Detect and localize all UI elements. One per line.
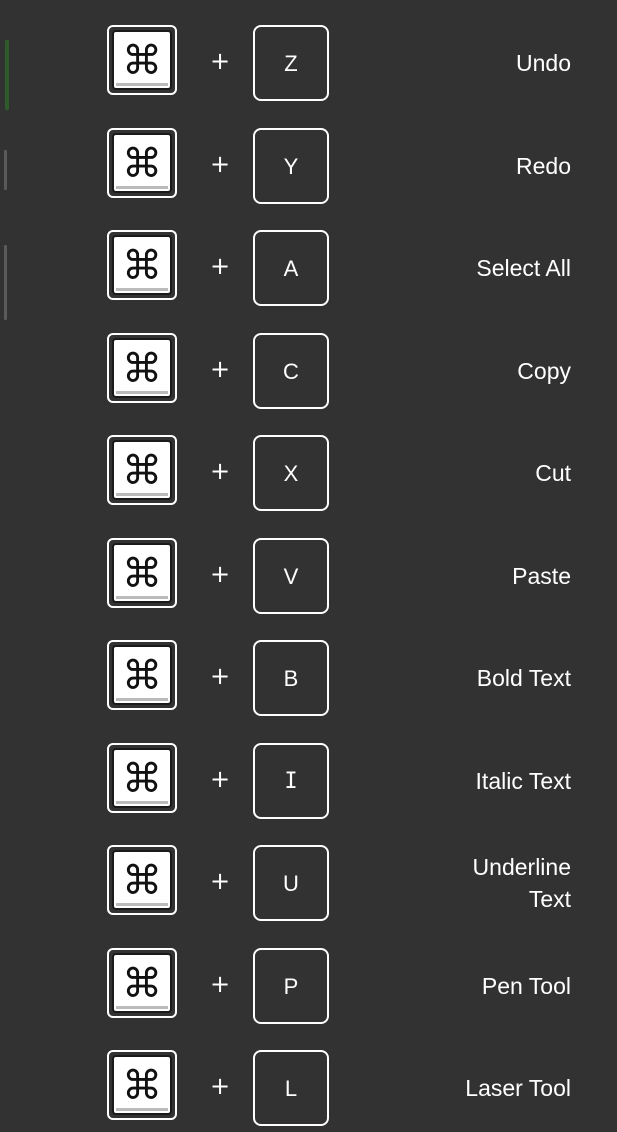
shortcut-row: ⌘ + B Bold Text [0, 640, 617, 743]
letter-key: X [253, 435, 329, 511]
key-label: L [284, 1076, 298, 1101]
command-key-icon: ⌘ [107, 947, 177, 1018]
plus-sign: + [209, 149, 231, 178]
shortcut-row: ⌘ + C Copy [0, 332, 617, 436]
shortcut-action-label: Laser Tool [465, 1075, 571, 1101]
shortcut-row: ⌘ + X Cut [0, 435, 617, 538]
shortcut-row: ⌘ + V Paste [0, 537, 617, 641]
command-key-icon: ⌘ [107, 127, 177, 198]
key-label: Y [283, 153, 299, 179]
command-key-icon: ⌘ [107, 640, 177, 710]
command-key-icon: ⌘ [107, 25, 177, 95]
plus-sign: + [209, 47, 231, 75]
command-key-icon: ⌘ [107, 230, 177, 300]
letter-key: I [253, 742, 329, 819]
plus-sign: + [209, 354, 231, 383]
shortcut-row: ⌘ + Z Undo [0, 25, 617, 128]
shortcut-row: ⌘ + P Pen Tool [0, 947, 617, 1051]
letter-key: L [253, 1050, 329, 1126]
letter-key: U [253, 845, 329, 921]
shortcut-action-label: Cut [535, 460, 571, 486]
plus-sign: + [209, 662, 231, 690]
shortcut-row: ⌘ + A Select All [0, 230, 617, 333]
key-label: Z [284, 51, 298, 76]
key-label: B [283, 666, 299, 691]
shortcut-list: ⌘ + Z Undo ⌘ + Y Redo ⌘ + A Select All ⌘… [0, 25, 617, 1132]
key-label: U [283, 871, 299, 896]
letter-key: C [253, 332, 329, 409]
plus-sign: + [209, 559, 231, 588]
plus-sign: + [209, 969, 231, 998]
command-key-icon: ⌘ [107, 537, 177, 608]
shortcut-action-label: Undo [516, 50, 571, 76]
shortcut-action-label: Italic Text [475, 767, 571, 794]
shortcut-row: ⌘ + Y Redo [0, 127, 617, 231]
command-key-icon: ⌘ [107, 435, 177, 505]
command-key-icon: ⌘ [107, 1050, 177, 1120]
shortcut-action-label: Pen Tool [481, 972, 571, 999]
key-label: A [283, 256, 299, 281]
shortcut-action-label: Paste [512, 562, 571, 589]
plus-sign: + [209, 457, 231, 485]
letter-key: B [253, 640, 329, 716]
key-label: C [283, 358, 299, 384]
shortcut-action-label: Underline Text [472, 854, 571, 912]
shortcut-row: ⌘ + I Italic Text [0, 742, 617, 846]
letter-key: V [253, 537, 329, 614]
plus-sign: + [209, 1072, 231, 1100]
letter-key: P [253, 947, 329, 1024]
shortcut-row: ⌘ + U Underline Text [0, 845, 617, 948]
command-key-icon: ⌘ [107, 332, 177, 403]
plus-sign: + [209, 867, 231, 895]
key-label: X [283, 461, 299, 486]
letter-key: A [253, 230, 329, 306]
shortcut-action-label: Bold Text [476, 665, 571, 691]
command-key-icon: ⌘ [107, 742, 177, 813]
letter-key: Y [253, 127, 329, 204]
plus-sign: + [209, 252, 231, 280]
command-key-icon: ⌘ [107, 845, 177, 915]
shortcut-row: ⌘ + L Laser Tool [0, 1050, 617, 1132]
letter-key: Z [253, 25, 329, 101]
shortcut-action-label: Copy [517, 357, 571, 384]
shortcut-action-label: Redo [516, 152, 571, 179]
key-label: P [283, 973, 299, 999]
shortcut-action-label: Select All [476, 255, 571, 281]
key-label: V [283, 563, 299, 589]
key-label: I [284, 768, 298, 794]
plus-sign: + [209, 764, 231, 793]
